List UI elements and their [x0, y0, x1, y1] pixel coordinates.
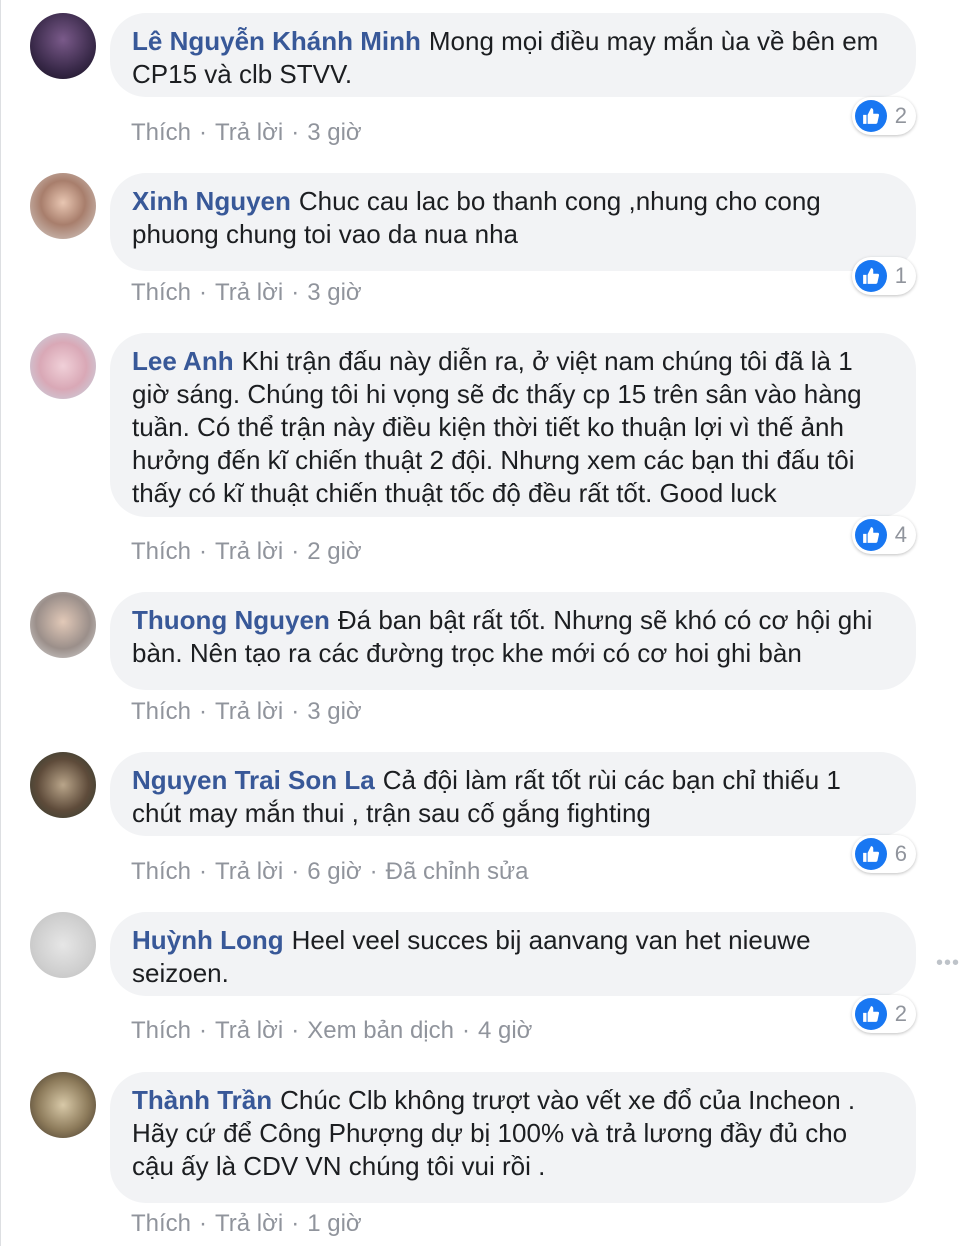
comment-actions: Thích · Trả lời · 2 giờ [131, 538, 362, 565]
like-thumb-icon [854, 519, 887, 551]
edited-label[interactable]: Đã chỉnh sửa [386, 858, 529, 885]
reply-link[interactable]: Trả lời [215, 538, 283, 565]
comment-text: Khi trận đấu này diễn ra, ở việt nam chú… [132, 346, 862, 508]
comment-bubble: Thuong Nguyen Đá ban bật rất tốt. Nhưng s… [110, 592, 916, 690]
comment-bubble: Lee Anh Khi trận đấu này diễn ra, ở việt … [110, 333, 916, 517]
comment-actions: Thích · Trả lời · 3 giờ [131, 119, 362, 146]
comment-time[interactable]: 1 giờ [307, 1210, 361, 1237]
like-link[interactable]: Thích [131, 858, 191, 885]
comment-author[interactable]: Xinh Nguyen [132, 186, 291, 216]
avatar[interactable] [30, 752, 96, 818]
comment-bubble: Xinh Nguyen Chuc cau lac bo thanh cong ,n… [110, 173, 916, 271]
avatar[interactable] [30, 333, 96, 399]
translate-link[interactable]: Xem bản dịch [307, 1017, 454, 1044]
avatar[interactable] [30, 592, 96, 658]
comment-time[interactable]: 2 giờ [307, 538, 361, 565]
more-options-icon[interactable]: ••• [936, 952, 960, 975]
like-thumb-icon [854, 998, 887, 1030]
reaction-number: 4 [894, 522, 907, 547]
reply-link[interactable]: Trả lời [215, 1017, 283, 1044]
reaction-count[interactable]: 2 [851, 995, 916, 1033]
avatar[interactable] [30, 13, 96, 79]
comment-author[interactable]: Thành Trần [132, 1085, 272, 1115]
reply-link[interactable]: Trả lời [215, 698, 283, 725]
comment-time[interactable]: 4 giờ [478, 1017, 532, 1044]
comment-author[interactable]: Thuong Nguyen [132, 605, 330, 635]
avatar[interactable] [30, 1072, 96, 1138]
reaction-count[interactable]: 2 [851, 97, 916, 135]
comment-author[interactable]: Nguyen Trai Son La [132, 765, 375, 795]
like-thumb-icon [854, 260, 887, 292]
reaction-number: 6 [894, 841, 907, 866]
like-link[interactable]: Thích [131, 279, 191, 306]
comment-author[interactable]: Huỳnh Long [132, 925, 284, 955]
comment-actions: Thích · Trả lời · 3 giờ [131, 698, 362, 725]
avatar[interactable] [30, 173, 96, 239]
comment-actions: Thích · Trả lời · Xem bản dịch · 4 giờ [131, 1017, 533, 1044]
comment-bubble: Lê Nguyễn Khánh Minh Mong mọi điều may mắ… [110, 13, 916, 97]
comment-bubble: Huỳnh Long Heel veel succes bij aanvang v… [110, 912, 916, 996]
reply-link[interactable]: Trả lời [215, 119, 283, 146]
like-link[interactable]: Thích [131, 698, 191, 725]
avatar[interactable] [30, 912, 96, 978]
comment-actions: Thích · Trả lời · 1 giờ [131, 1210, 362, 1237]
reaction-count[interactable]: 1 [851, 257, 916, 295]
comment-time[interactable]: 6 giờ [307, 858, 361, 885]
reaction-number: 2 [894, 1001, 907, 1026]
comment-bubble: Nguyen Trai Son La Cả đội làm rất tốt rùi… [110, 752, 916, 836]
comment-author[interactable]: Lee Anh [132, 346, 234, 376]
like-link[interactable]: Thích [131, 1017, 191, 1044]
reaction-count[interactable]: 4 [851, 516, 916, 554]
comment-author[interactable]: Lê Nguyễn Khánh Minh [132, 26, 421, 56]
like-link[interactable]: Thích [131, 538, 191, 565]
reaction-number: 1 [894, 263, 907, 288]
reply-link[interactable]: Trả lời [215, 1210, 283, 1237]
comment-bubble: Thành Trần Chúc Clb không trượt vào vết x… [110, 1072, 916, 1203]
reaction-count[interactable]: 6 [851, 835, 916, 873]
comment-time[interactable]: 3 giờ [307, 279, 361, 306]
comment-time[interactable]: 3 giờ [307, 698, 361, 725]
like-link[interactable]: Thích [131, 119, 191, 146]
reaction-number: 2 [894, 103, 907, 128]
like-link[interactable]: Thích [131, 1210, 191, 1237]
like-thumb-icon [854, 838, 887, 870]
like-thumb-icon [854, 100, 887, 132]
comment-actions: Thích · Trả lời · 6 giờ · Đã chỉnh sửa [131, 858, 529, 885]
panel-left-border [0, 0, 1, 1246]
comment-actions: Thích · Trả lời · 3 giờ [131, 279, 362, 306]
reply-link[interactable]: Trả lời [215, 858, 283, 885]
reply-link[interactable]: Trả lời [215, 279, 283, 306]
comment-time[interactable]: 3 giờ [307, 119, 361, 146]
